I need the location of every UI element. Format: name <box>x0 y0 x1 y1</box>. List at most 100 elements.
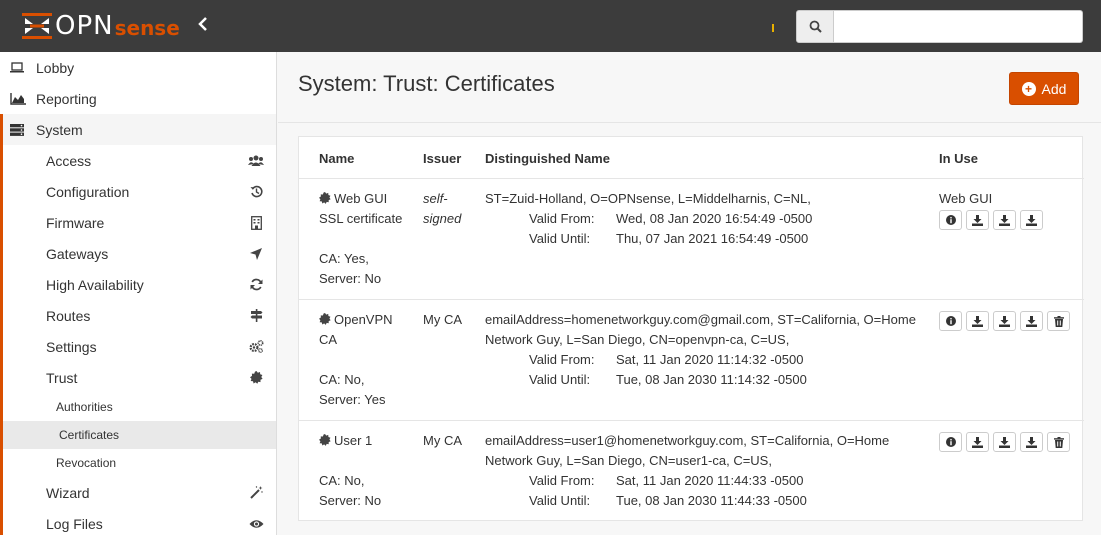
download-button[interactable] <box>966 432 989 452</box>
top-bar: OPN sense <box>0 0 1101 52</box>
column-header-name[interactable]: Name <box>319 151 354 166</box>
sidebar-item-authorities[interactable]: Authorities <box>3 393 276 421</box>
info-icon <box>945 215 956 225</box>
download-icon <box>999 436 1010 448</box>
sidebar-item-reporting[interactable]: Reporting <box>0 83 276 114</box>
building-icon <box>248 215 264 231</box>
dn-text: emailAddress=homenetworkguy.com@gmail.co… <box>485 312 916 327</box>
download-icon <box>1026 214 1037 226</box>
sidebar-item-label: Reporting <box>36 90 97 107</box>
sidebar-item-wizard[interactable]: Wizard <box>3 477 276 508</box>
info-button[interactable] <box>939 432 962 452</box>
row-actions <box>939 432 1070 452</box>
sidebar-item-log-files[interactable]: Log Files <box>3 508 276 535</box>
sidebar-item-label: Trust <box>46 369 78 386</box>
delete-button[interactable] <box>1047 311 1070 331</box>
cert-flag-ca: CA: Yes, <box>319 251 369 266</box>
refresh-icon <box>248 277 264 293</box>
search-icon <box>809 20 822 33</box>
sidebar-item-lobby[interactable]: Lobby <box>0 52 276 83</box>
sidebar-item-label: Wizard <box>46 484 90 501</box>
chevron-left-icon <box>198 17 207 31</box>
download-button[interactable] <box>993 210 1016 230</box>
sidebar-item-settings[interactable]: Settings <box>3 331 276 362</box>
system-submenu: Access Configuration Firmware Gateways H… <box>0 145 276 535</box>
sidebar-item-label: Routes <box>46 307 91 324</box>
valid-from-label: Valid From: <box>529 352 595 367</box>
certificate-icon <box>319 434 331 446</box>
cogs-icon <box>248 339 264 355</box>
cert-issuer: My CA <box>423 312 462 327</box>
in-use-text: Web GUI <box>939 191 993 206</box>
sidebar-item-access[interactable]: Access <box>3 145 276 176</box>
collapse-sidebar-button[interactable] <box>198 16 208 37</box>
valid-until-value: Thu, 07 Jan 2021 16:54:49 -0500 <box>616 231 809 246</box>
download-button[interactable] <box>966 311 989 331</box>
delete-button[interactable] <box>1047 432 1070 452</box>
column-header-distinguished-name[interactable]: Distinguished Name <box>485 151 610 166</box>
magic-icon <box>248 485 264 501</box>
valid-from-value: Wed, 08 Jan 2020 16:54:49 -0500 <box>616 211 813 226</box>
valid-until-label: Valid Until: <box>529 493 591 508</box>
info-icon <box>945 316 956 326</box>
cert-dn: emailAddress=user1@homenetworkguy.com, S… <box>485 431 930 511</box>
opnsense-logo[interactable]: OPN sense <box>22 10 180 42</box>
sidebar-item-label: Lobby <box>36 59 75 76</box>
add-button[interactable]: + Add <box>1009 72 1079 105</box>
certificate-icon <box>248 370 264 386</box>
dn-text-2: Network Guy, L=San Diego, CN=user1-ca, C… <box>485 453 772 468</box>
download-icon <box>999 214 1010 226</box>
sidebar-item-trust[interactable]: Trust <box>3 362 276 393</box>
cert-name: User 1 <box>319 431 372 451</box>
location-arrow-icon <box>248 246 264 262</box>
cert-name-text-2: CA <box>319 332 338 347</box>
cert-flag-server: Server: No <box>319 271 382 286</box>
cert-name-text: OpenVPN <box>334 312 393 327</box>
status-indicator <box>772 24 774 32</box>
download-button[interactable] <box>966 210 989 230</box>
download-icon <box>972 315 983 327</box>
valid-from-value: Sat, 11 Jan 2020 11:14:32 -0500 <box>616 352 804 367</box>
cert-name: OpenVPN CA <box>319 310 393 350</box>
info-button[interactable] <box>939 311 962 331</box>
info-button[interactable] <box>939 210 962 230</box>
download-button[interactable] <box>1020 210 1043 230</box>
download-icon <box>1026 436 1037 448</box>
sidebar-item-gateways[interactable]: Gateways <box>3 238 276 269</box>
eye-icon <box>248 516 264 532</box>
sidebar-item-system[interactable]: System <box>0 114 276 145</box>
download-button[interactable] <box>993 311 1016 331</box>
download-icon <box>999 315 1010 327</box>
validity: Valid From: Sat, 11 Jan 2020 11:14:32 -0… <box>485 350 930 390</box>
row-actions <box>939 210 1043 230</box>
download-button[interactable] <box>1020 311 1043 331</box>
sidebar-item-label: Access <box>46 152 92 169</box>
search-input[interactable] <box>834 10 1083 43</box>
download-button[interactable] <box>1020 432 1043 452</box>
main-content: System: Trust: Certificates + Add Name I… <box>278 52 1101 535</box>
dn-text: ST=Zuid-Holland, O=OPNsense, L=Middelhar… <box>485 191 811 206</box>
cert-flag-server: Server: Yes <box>319 392 386 407</box>
sidebar-item-high-availability[interactable]: High Availability <box>3 269 276 300</box>
validity: Valid From: Sat, 11 Jan 2020 11:44:33 -0… <box>485 471 930 511</box>
valid-from-label: Valid From: <box>529 211 595 226</box>
sidebar-item-routes[interactable]: Routes <box>3 300 276 331</box>
logo-text-sense: sense <box>114 16 180 40</box>
search-button[interactable] <box>796 10 834 43</box>
info-icon <box>945 437 956 447</box>
trash-icon <box>1053 315 1064 327</box>
valid-until-value: Tue, 08 Jan 2030 11:44:33 -0500 <box>616 493 807 508</box>
sidebar-item-firmware[interactable]: Firmware <box>3 207 276 238</box>
certificate-icon <box>319 313 331 325</box>
sidebar-item-revocation[interactable]: Revocation <box>3 449 276 477</box>
column-header-in-use[interactable]: In Use <box>939 151 978 166</box>
cert-in-use <box>939 432 1070 452</box>
download-button[interactable] <box>993 432 1016 452</box>
column-header-issuer[interactable]: Issuer <box>423 151 461 166</box>
cert-dn: emailAddress=homenetworkguy.com@gmail.co… <box>485 310 930 390</box>
sidebar-item-certificates[interactable]: Certificates <box>0 421 276 449</box>
cert-issuer: My CA <box>423 433 462 448</box>
download-icon <box>1026 315 1037 327</box>
sidebar-item-configuration[interactable]: Configuration <box>3 176 276 207</box>
logo-mark-icon <box>22 12 52 40</box>
